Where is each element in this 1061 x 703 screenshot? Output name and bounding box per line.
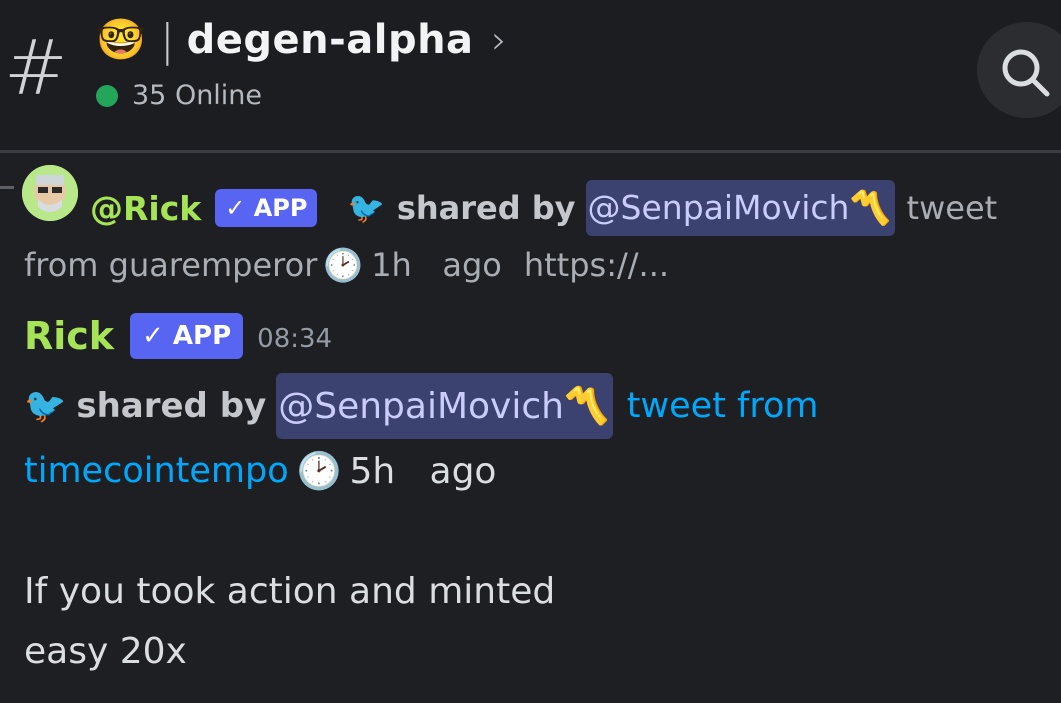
mention-emoji: 〽️	[849, 188, 891, 227]
bird-emoji: 🐦	[347, 190, 385, 226]
shared-by-text: shared by	[76, 386, 267, 426]
channel-separator: |	[159, 14, 175, 66]
search-button[interactable]	[977, 22, 1061, 118]
clock-icon: 🕑	[296, 451, 342, 492]
bird-emoji: 🐦	[24, 386, 67, 426]
message-body-line2: easy 20x	[24, 624, 187, 678]
hash-icon: #	[4, 23, 68, 112]
clock-icon: 🕑	[323, 246, 364, 284]
channel-emoji: 🤓	[96, 17, 146, 63]
message-header: Rick ✓ APP 08:34	[24, 310, 332, 362]
reply-url: https://...	[523, 246, 670, 284]
channel-title-row[interactable]: 🤓 | degen-alpha ›	[96, 10, 507, 70]
message-line2: timecointempo 🕑 5h ago	[24, 442, 496, 500]
message-author[interactable]: Rick	[24, 314, 114, 358]
online-count: 35 Online	[132, 80, 263, 111]
header-divider	[0, 150, 1061, 153]
message-body-text: If you took action and minted	[24, 570, 556, 612]
mention-senpaimovich[interactable]: @SenpaiMovich〽️	[276, 373, 613, 439]
app-badge: ✓ APP	[215, 189, 318, 227]
message-timestamp[interactable]: 08:34	[257, 318, 332, 354]
chevron-right-icon[interactable]: ›	[492, 18, 507, 62]
mention-text: @SenpaiMovich	[587, 188, 850, 227]
online-status: 35 Online	[96, 80, 262, 111]
message-body-text: easy 20x	[24, 630, 187, 672]
message-body-line1: If you took action and minted	[24, 564, 555, 618]
mention-senpaimovich[interactable]: @SenpaiMovich〽️	[585, 180, 895, 236]
search-icon	[1002, 49, 1050, 97]
channel-header: # 🤓 | degen-alpha › 35 Online	[0, 0, 1061, 150]
reply-time-ago: 1h ago	[371, 246, 502, 284]
reply-connector	[0, 186, 14, 189]
message-time-ago: 5h ago	[349, 450, 497, 492]
shared-by-text: shared by	[396, 189, 576, 227]
mention-emoji: 〽️	[563, 386, 609, 427]
reply-preview-line1[interactable]: @Rick ✓ APP 🐦 shared by @SenpaiMovich〽️ …	[90, 180, 998, 236]
mention-text: @SenpaiMovich	[278, 386, 564, 427]
tweet-link[interactable]: tweet from	[627, 386, 819, 426]
message-line1: 🐦 shared by @SenpaiMovich〽️ tweet from	[24, 373, 819, 439]
online-dot-icon	[96, 84, 118, 107]
channel-name[interactable]: degen-alpha	[187, 17, 474, 63]
reply-trailing-text: tweet	[906, 189, 998, 227]
tweet-link-account[interactable]: timecointempo	[24, 451, 289, 491]
app-badge: ✓ APP	[130, 313, 244, 359]
reply-preview-line2[interactable]: from guaremperor 🕑 1h ago https://...	[24, 242, 669, 288]
reply-username[interactable]: @Rick	[90, 189, 201, 228]
reply-source-text: from guaremperor	[24, 246, 318, 284]
avatar-face-icon	[22, 165, 78, 221]
avatar[interactable]	[22, 165, 78, 221]
